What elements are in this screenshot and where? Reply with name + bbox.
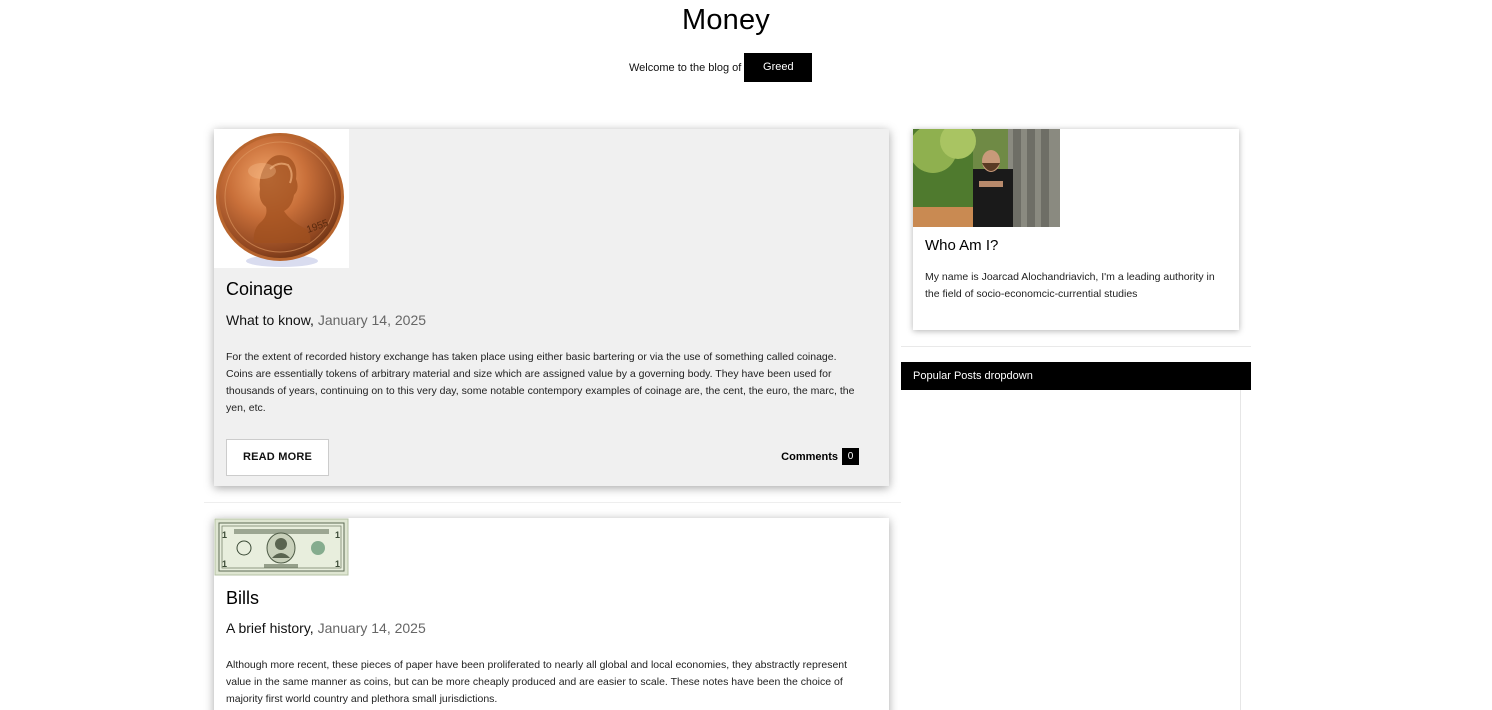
post-excerpt: For the extent of recorded history excha… — [226, 351, 855, 414]
site-title: Money — [681, 4, 771, 36]
svg-text:1: 1 — [335, 559, 340, 569]
comments-count-badge: 0 — [842, 448, 859, 465]
about-text: My name is Joarcad Alochandriavich, I'm … — [925, 271, 1215, 300]
svg-text:1: 1 — [335, 530, 340, 540]
welcome-line: Welcome to the blog of Greed — [629, 53, 813, 82]
penny-coin-image[interactable]: 1955 — [214, 129, 349, 268]
post-divider — [204, 502, 901, 503]
author-button[interactable]: Greed — [744, 53, 813, 82]
comments-label: Comments — [781, 450, 838, 463]
blog-page: Money Welcome to the blog of Greed 1955 … — [0, 0, 1492, 710]
sidebar-divider — [901, 346, 1251, 347]
svg-text:1: 1 — [222, 559, 227, 569]
dollar-bill-image[interactable]: 1 1 1 1 — [214, 518, 349, 576]
about-title: Who Am I? — [925, 237, 999, 254]
post-title[interactable]: Bills — [226, 588, 259, 609]
post-date: January 14, 2025 — [317, 312, 427, 328]
post-subtitle-text: A brief history, — [226, 620, 314, 636]
popular-posts-dropdown[interactable]: Popular Posts dropdown — [901, 362, 1251, 390]
post-subtitle: A brief history, January 14, 2025 — [226, 620, 426, 636]
sidebar-border — [1240, 390, 1241, 710]
welcome-text: Welcome to the blog of — [629, 61, 742, 74]
post-excerpt: Although more recent, these pieces of pa… — [226, 659, 848, 705]
post-subtitle-text: What to know, — [226, 312, 314, 328]
post-date: January 14, 2025 — [317, 620, 426, 636]
about-me-widget: Who Am I? My name is Joarcad Alochandria… — [913, 129, 1239, 330]
post-card-coinage: 1955 Coinage What to know, January 14, 2… — [214, 129, 889, 486]
author-photo — [913, 129, 1060, 227]
post-subtitle: What to know, January 14, 2025 — [226, 312, 426, 328]
comments-link[interactable]: Comments 0 — [781, 448, 859, 465]
read-more-button[interactable]: READ MORE — [226, 439, 329, 476]
post-title[interactable]: Coinage — [226, 279, 293, 300]
post-card-bills: 1 1 1 1 Bills A brief history, January 1… — [214, 518, 889, 710]
svg-text:1: 1 — [222, 530, 227, 540]
